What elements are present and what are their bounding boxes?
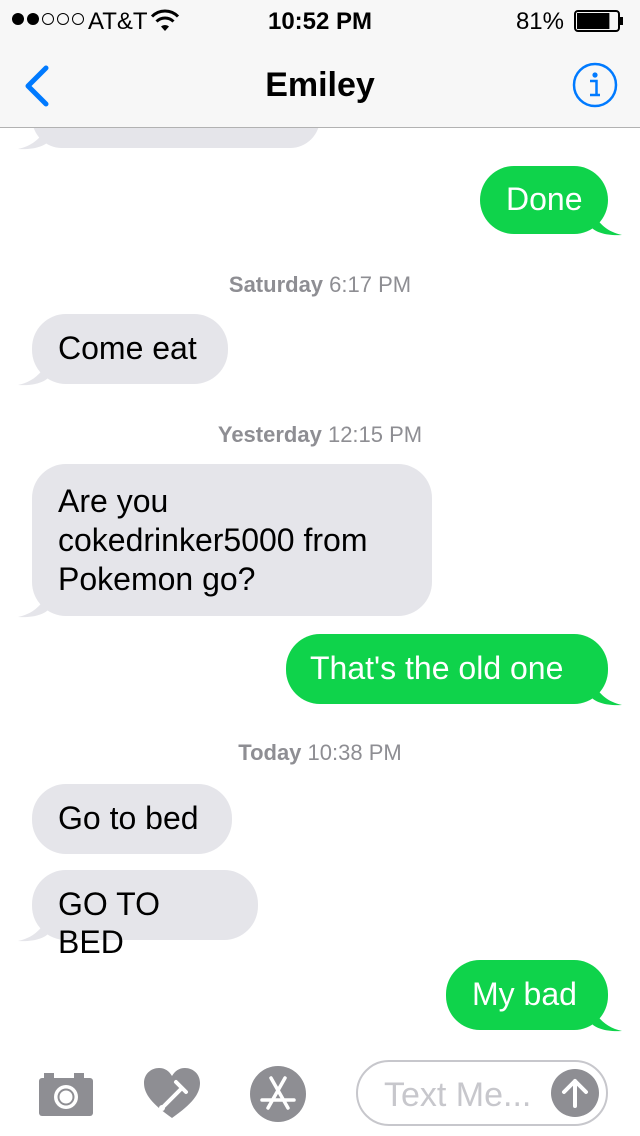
- timestamp: Yesterday 12:15 PM: [217, 422, 423, 447]
- message-bubble-outgoing[interactable]: That's the old one: [286, 634, 622, 706]
- status-bar: AT&T 10:52 PM 81%: [0, 0, 640, 40]
- battery-icon: [574, 10, 623, 32]
- message-bubble-outgoing[interactable]: Done: [480, 166, 622, 236]
- message-text: Done: [506, 181, 583, 217]
- message-text: That's the old one: [310, 650, 564, 686]
- app-store-icon[interactable]: [248, 1064, 308, 1124]
- message-text: Come eat: [58, 330, 197, 366]
- message-bubble-incoming[interactable]: Come eat: [18, 314, 228, 386]
- bubble-tail-icon: [18, 360, 48, 386]
- message-text-field[interactable]: Text Me...: [356, 1060, 608, 1126]
- battery-percentage: 81%: [515, 8, 564, 35]
- message-bubble-outgoing[interactable]: My bad: [446, 960, 622, 1032]
- info-icon[interactable]: [572, 62, 618, 108]
- message-text: My bad: [472, 976, 577, 1012]
- message-text: GO TO BED: [58, 886, 160, 960]
- camera-icon[interactable]: [36, 1064, 96, 1124]
- message-bubble-incoming[interactable]: Go to bed: [32, 784, 232, 854]
- bubble-tail-icon: [592, 680, 622, 706]
- bubble-tail-icon: [592, 210, 622, 236]
- contact-name[interactable]: Emiley: [0, 66, 640, 105]
- timestamp: Today 10:38 PM: [238, 740, 402, 765]
- message-bubble-incoming[interactable]: GO TO BED: [18, 870, 258, 960]
- message-input-bar: Text Me...: [0, 1050, 640, 1136]
- bubble-tail-icon: [18, 592, 48, 618]
- bubble-tail-icon: [592, 1006, 622, 1032]
- bubble-tail-icon: [18, 916, 48, 942]
- navigation-bar: Emiley: [0, 40, 640, 128]
- message-text: Go to bed: [58, 800, 199, 836]
- message-placeholder: Text Me...: [384, 1076, 532, 1114]
- message-text: Are you cokedrinker5000 from Pokemon go?: [58, 483, 368, 597]
- send-arrow-icon[interactable]: [550, 1068, 600, 1118]
- digital-touch-heart-icon[interactable]: [142, 1064, 202, 1124]
- timestamp: Saturday 6:17 PM: [228, 272, 412, 297]
- message-bubble-incoming[interactable]: Are you cokedrinker5000 from Pokemon go?: [18, 464, 432, 618]
